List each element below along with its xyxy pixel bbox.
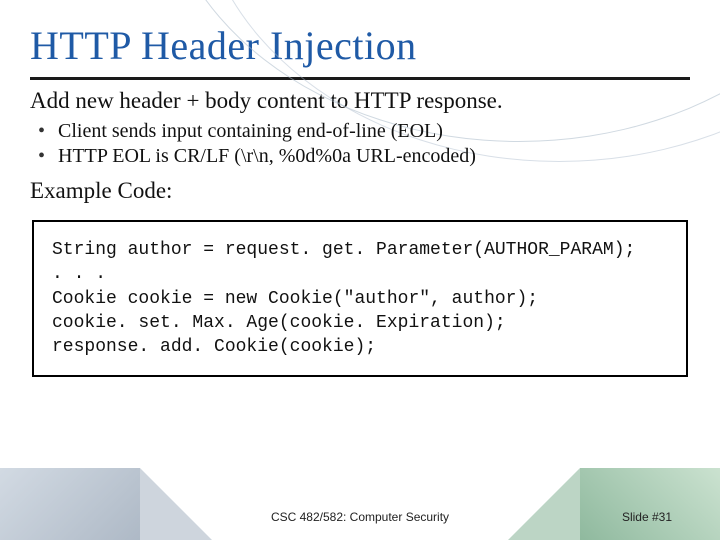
decoration-corner-right <box>580 468 720 540</box>
decoration-corner-left <box>0 468 140 540</box>
slide: HTTP Header Injection Add new header + b… <box>0 0 720 540</box>
code-example: String author = request. get. Parameter(… <box>32 220 688 377</box>
bullet-item: Client sends input containing end-of-lin… <box>38 120 690 143</box>
footer-slide-number: Slide #31 <box>622 510 672 524</box>
example-heading: Example Code: <box>30 178 690 204</box>
footer-course: CSC 482/582: Computer Security <box>0 510 720 524</box>
bullet-item: HTTP EOL is CR/LF (\r\n, %0d%0a URL-enco… <box>38 145 690 168</box>
